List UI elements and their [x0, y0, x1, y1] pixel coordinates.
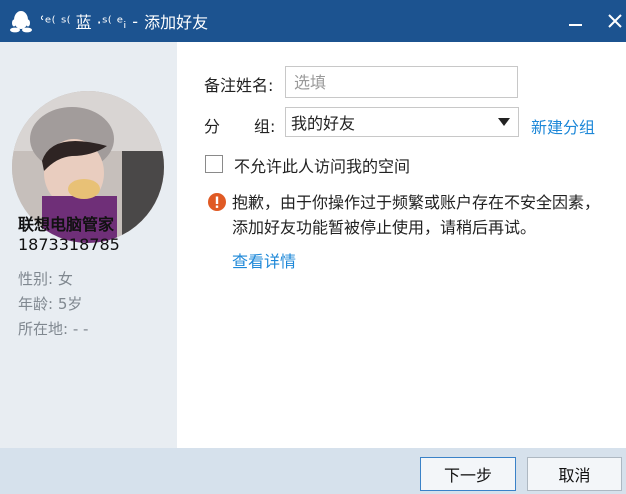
profile-qq-number: 1873318785	[18, 235, 120, 254]
group-label-second: 组:	[254, 117, 276, 136]
close-button[interactable]	[596, 0, 626, 42]
deny-space-checkbox[interactable]	[205, 155, 223, 173]
view-details-link[interactable]: 查看详情	[232, 248, 296, 272]
profile-name: 联想电脑管家	[18, 215, 115, 234]
group-select-value: 我的好友	[291, 114, 356, 133]
cancel-button[interactable]: 取消	[527, 457, 622, 491]
dropdown-arrow-icon	[498, 118, 510, 126]
profile-age: 年龄: 5岁	[18, 295, 83, 313]
qq-penguin-icon	[10, 11, 32, 33]
close-icon	[608, 14, 622, 28]
title-text: 添加好友	[144, 13, 209, 32]
warning-icon	[208, 193, 226, 211]
minimize-icon	[569, 24, 582, 26]
remark-name-label: 备注姓名:	[204, 76, 274, 95]
minimize-button[interactable]	[556, 0, 594, 42]
profile-location: 所在地: - -	[18, 320, 89, 338]
group-select[interactable]: 我的好友	[285, 107, 519, 137]
window-title: ʿᵉ⁽ ˢ⁽ 蓝 ·ˢ⁽ ᵉᵢ - 添加好友	[40, 9, 208, 33]
group-label-first: 分	[204, 117, 221, 136]
next-button[interactable]: 下一步	[420, 457, 516, 491]
remark-name-input[interactable]	[285, 66, 518, 98]
warning-message: 抱歉，由于你操作过于频繁或账户存在不安全因素，添加好友功能暂被停止使用，请稍后再…	[232, 193, 601, 237]
profile-gender: 性别: 女	[18, 270, 73, 288]
deny-space-label[interactable]: 不允许此人访问我的空间	[234, 153, 410, 177]
new-group-link[interactable]: 新建分组	[531, 114, 595, 138]
title-contact-name: ʿᵉ⁽ ˢ⁽ 蓝 ·ˢ⁽ ᵉᵢ	[40, 13, 127, 32]
title-separator: -	[132, 11, 139, 31]
title-bar: ʿᵉ⁽ ˢ⁽ 蓝 ·ˢ⁽ ᵉᵢ - 添加好友	[0, 0, 626, 42]
